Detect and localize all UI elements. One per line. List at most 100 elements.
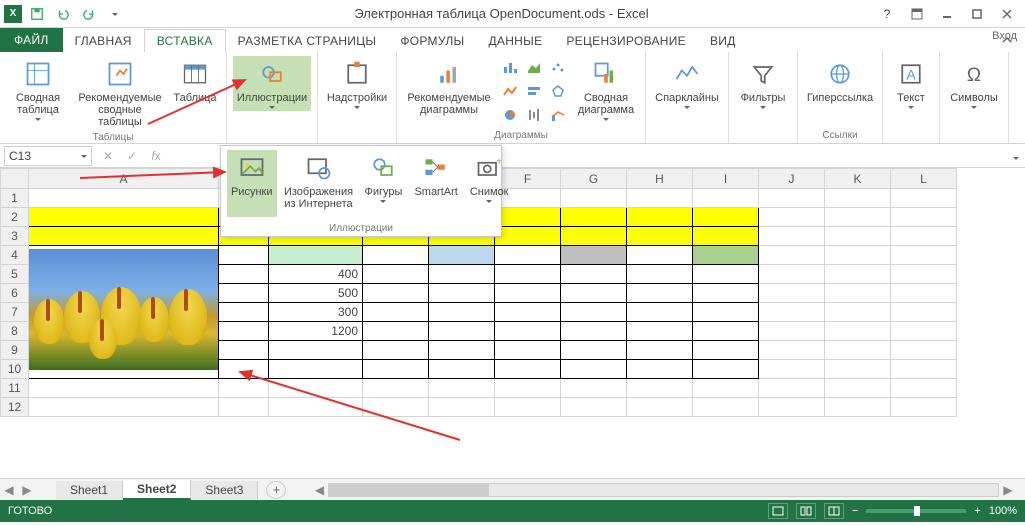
zoom-percentage[interactable]: 100% bbox=[989, 505, 1017, 517]
cancel-formula-button[interactable]: ✕ bbox=[96, 146, 120, 166]
minimize-button[interactable] bbox=[933, 4, 961, 24]
pivot-table-button[interactable]: Сводная таблица bbox=[6, 56, 70, 123]
name-box[interactable]: C13 bbox=[4, 146, 92, 166]
title-bar: X Электронная таблица OpenDocument.ods -… bbox=[0, 0, 1025, 28]
sheet-tab-3[interactable]: Sheet3 bbox=[191, 481, 258, 499]
radar-chart-button[interactable] bbox=[547, 80, 569, 102]
recommended-pivot-icon bbox=[104, 58, 136, 90]
ribbon: Сводная таблица Рекомендуемые сводные та… bbox=[0, 52, 1025, 144]
sheet-tab-bar: ◀ ▶ Sheet1 Sheet2 Sheet3 + ◀ ▶ bbox=[0, 478, 1025, 500]
pivot-table-icon bbox=[22, 58, 54, 90]
addins-icon bbox=[341, 58, 373, 90]
shapes-button[interactable]: Фигуры bbox=[361, 150, 407, 217]
filter-icon bbox=[747, 58, 779, 90]
smartart-button[interactable]: SmartArt bbox=[410, 150, 461, 217]
select-all-corner[interactable] bbox=[1, 169, 29, 189]
addins-button[interactable]: Надстройки bbox=[324, 56, 390, 111]
maximize-button[interactable] bbox=[963, 4, 991, 24]
sheet-tab-2[interactable]: Sheet2 bbox=[123, 480, 191, 500]
tab-insert[interactable]: ВСТАВКА bbox=[144, 29, 226, 52]
online-pictures-icon bbox=[303, 152, 335, 184]
sheet-tab-1[interactable]: Sheet1 bbox=[56, 481, 123, 499]
fx-button[interactable]: fx bbox=[144, 146, 168, 166]
cell-c8: 1200 bbox=[269, 322, 363, 341]
sheet-nav-prev[interactable]: ◀ bbox=[0, 481, 18, 499]
pivot-chart-icon bbox=[590, 58, 622, 90]
combo-chart-button[interactable] bbox=[547, 104, 569, 126]
online-pictures-button[interactable]: Изображения из Интернета bbox=[281, 150, 357, 217]
zoom-out-button[interactable]: − bbox=[852, 505, 858, 517]
group-label-charts: Диаграммы bbox=[494, 128, 548, 141]
cell-c5: 400 bbox=[269, 265, 363, 284]
expand-formula-bar-button[interactable] bbox=[1007, 149, 1025, 163]
close-button[interactable] bbox=[993, 4, 1021, 24]
tab-data[interactable]: ДАННЫЕ bbox=[476, 30, 554, 52]
text-button[interactable]: A Текст bbox=[889, 56, 933, 111]
tab-file[interactable]: ФАЙЛ bbox=[0, 28, 63, 52]
pivot-chart-button[interactable]: Сводная диаграмма bbox=[573, 56, 639, 123]
recommended-pivot-button[interactable]: Рекомендуемые сводные таблицы bbox=[74, 56, 166, 130]
sign-in-link[interactable]: Вход bbox=[986, 30, 1017, 42]
status-text: ГОТОВО bbox=[8, 505, 52, 517]
excel-icon: X bbox=[4, 5, 22, 23]
horizontal-scrollbar[interactable]: ◀ ▶ bbox=[310, 483, 1017, 497]
recommended-charts-button[interactable]: Рекомендуемые диаграммы bbox=[403, 56, 495, 118]
symbols-button[interactable]: Ω Символы bbox=[946, 56, 1002, 111]
symbols-icon: Ω bbox=[958, 58, 990, 90]
area-chart-button[interactable] bbox=[523, 56, 545, 78]
tab-view[interactable]: ВИД bbox=[698, 30, 748, 52]
column-chart-button[interactable] bbox=[523, 80, 545, 102]
stock-chart-button[interactable] bbox=[523, 104, 545, 126]
tab-pagelayout[interactable]: РАЗМЕТКА СТРАНИЦЫ bbox=[226, 30, 389, 52]
cell-c7: 300 bbox=[269, 303, 363, 322]
ribbon-options-button[interactable] bbox=[903, 4, 931, 24]
text-icon: A bbox=[895, 58, 927, 90]
table-button[interactable]: Таблица bbox=[170, 56, 220, 106]
recommended-charts-icon bbox=[433, 58, 465, 90]
dropdown-group-label: Иллюстрации bbox=[221, 221, 501, 236]
cell-c6: 500 bbox=[269, 284, 363, 303]
svg-text:Ω: Ω bbox=[967, 65, 981, 86]
new-sheet-button[interactable]: + bbox=[266, 481, 286, 499]
redo-button[interactable] bbox=[78, 3, 100, 25]
page-break-view-button[interactable] bbox=[824, 503, 844, 519]
screenshot-button[interactable]: + Снимок bbox=[466, 150, 513, 217]
sheet-nav-next[interactable]: ▶ bbox=[18, 481, 36, 499]
tab-formulas[interactable]: ФОРМУЛЫ bbox=[388, 30, 476, 52]
illustrations-icon bbox=[256, 58, 288, 90]
group-label-tables: Таблицы bbox=[93, 130, 134, 143]
tab-review[interactable]: РЕЦЕНЗИРОВАНИЕ bbox=[554, 30, 698, 52]
spreadsheet-grid[interactable]: ABC DEF GHI JKL 1 2 3 413 ноя 5400 6500 … bbox=[0, 168, 1025, 478]
filters-button[interactable]: Фильтры bbox=[735, 56, 791, 111]
illustrations-button[interactable]: Иллюстрации bbox=[233, 56, 311, 111]
bar-chart-button[interactable] bbox=[499, 56, 521, 78]
table-icon bbox=[179, 58, 211, 90]
embedded-image[interactable] bbox=[29, 249, 218, 370]
tab-home[interactable]: ГЛАВНАЯ bbox=[63, 30, 144, 52]
page-layout-view-button[interactable] bbox=[796, 503, 816, 519]
pictures-button[interactable]: Рисунки bbox=[227, 150, 277, 217]
smartart-icon bbox=[420, 152, 452, 184]
svg-text:+: + bbox=[496, 156, 502, 168]
undo-button[interactable] bbox=[52, 3, 74, 25]
line-chart-button[interactable] bbox=[499, 80, 521, 102]
pie-chart-button[interactable] bbox=[499, 104, 521, 126]
illustrations-dropdown: Рисунки Изображения из Интернета Фигуры … bbox=[220, 145, 502, 237]
formula-bar: C13 ✕ ✓ fx bbox=[0, 144, 1025, 168]
zoom-slider[interactable] bbox=[866, 509, 966, 513]
save-button[interactable] bbox=[26, 3, 48, 25]
pictures-icon bbox=[236, 152, 268, 184]
sparklines-icon bbox=[671, 58, 703, 90]
qat-customize-button[interactable] bbox=[104, 3, 126, 25]
enter-formula-button[interactable]: ✓ bbox=[120, 146, 144, 166]
shapes-icon bbox=[367, 152, 399, 184]
normal-view-button[interactable] bbox=[768, 503, 788, 519]
window-title: Электронная таблица OpenDocument.ods - E… bbox=[130, 6, 873, 21]
hyperlink-button[interactable]: Гиперссылка bbox=[804, 56, 876, 106]
svg-text:A: A bbox=[906, 66, 916, 82]
help-button[interactable]: ? bbox=[873, 4, 901, 24]
zoom-in-button[interactable]: + bbox=[974, 505, 980, 517]
sparklines-button[interactable]: Спарклайны bbox=[652, 56, 722, 111]
hyperlink-icon bbox=[824, 58, 856, 90]
scatter-chart-button[interactable] bbox=[547, 56, 569, 78]
